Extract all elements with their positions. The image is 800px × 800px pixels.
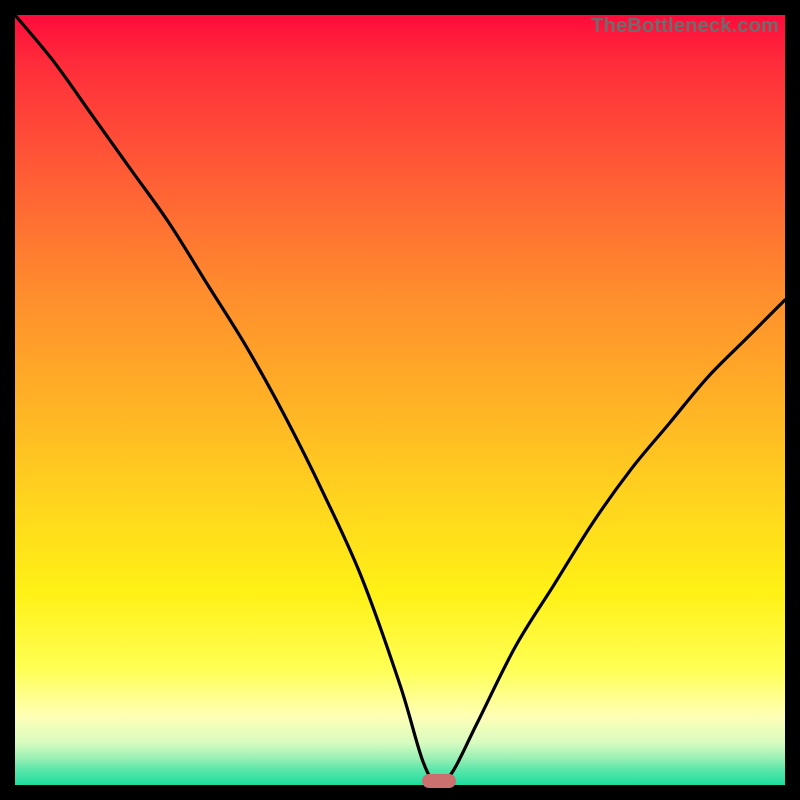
optimal-marker (422, 774, 456, 788)
bottleneck-curve (15, 15, 785, 785)
plot-area: TheBottleneck.com (15, 15, 785, 785)
curve-path (15, 15, 785, 785)
outer-frame: TheBottleneck.com (0, 0, 800, 800)
